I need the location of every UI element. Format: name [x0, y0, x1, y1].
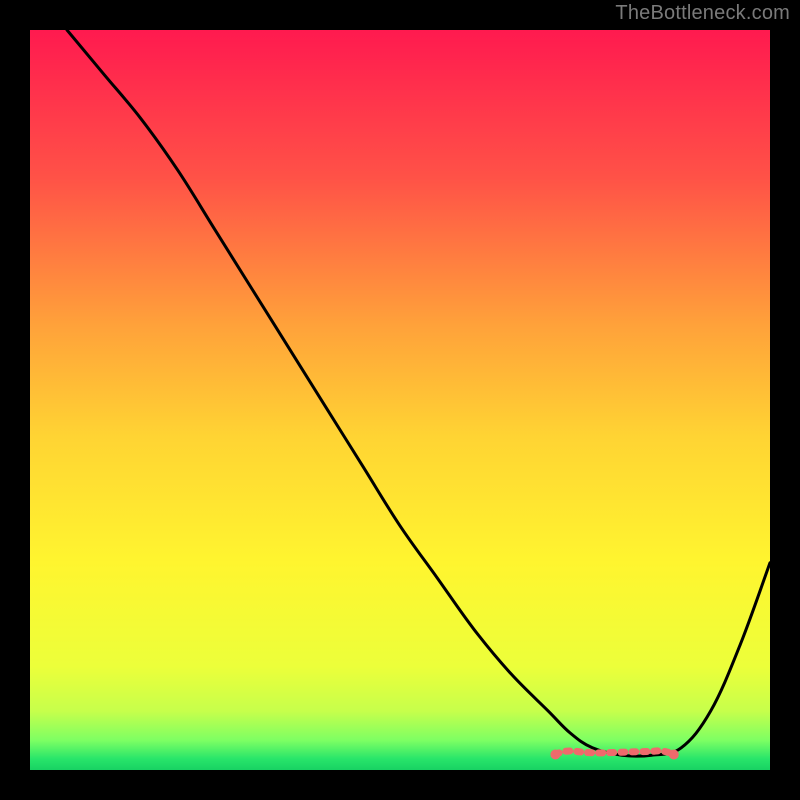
attribution-label: TheBottleneck.com	[615, 2, 790, 25]
chart-frame: TheBottleneck.com	[0, 0, 800, 800]
optimal-zone-cap	[669, 750, 679, 760]
plot-area	[30, 30, 770, 770]
gradient-chart	[30, 30, 770, 770]
gradient-background	[30, 30, 770, 770]
optimal-zone-cap	[550, 750, 560, 760]
